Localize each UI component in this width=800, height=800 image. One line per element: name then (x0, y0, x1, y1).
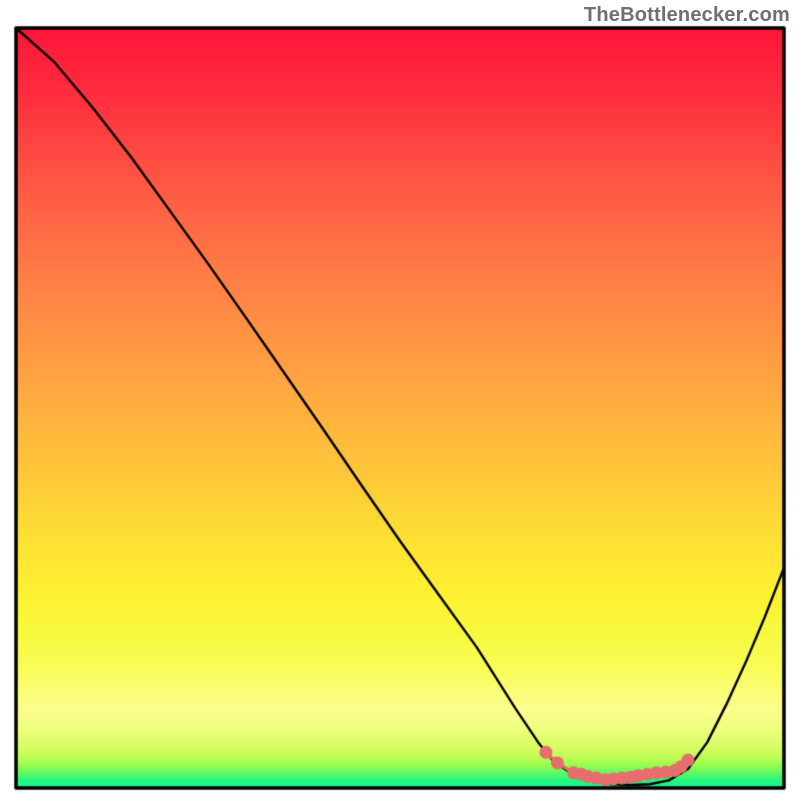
chart-container: TheBottlenecker.com (0, 0, 800, 800)
attribution-text: TheBottlenecker.com (584, 4, 790, 27)
bottleneck-curve-chart (0, 0, 800, 800)
